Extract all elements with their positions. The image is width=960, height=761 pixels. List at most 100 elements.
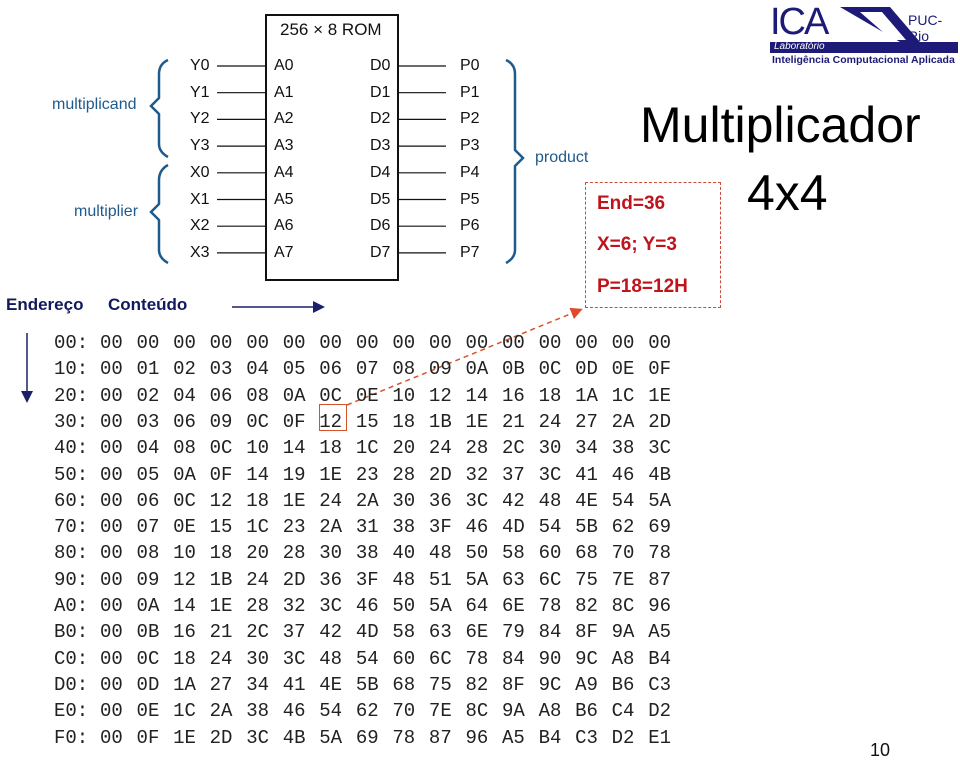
table-cell: 06: [136, 489, 160, 512]
table-cell: 7E: [428, 700, 452, 723]
table-cell: 04: [173, 384, 196, 407]
table-cell: 21: [209, 621, 233, 644]
table-row: F0: 00 0F 1E 2D 3C 4B 5A 69 78 87 96 A5 B4 C3 D2 E1: [54, 725, 685, 751]
table-cell: 42: [502, 489, 525, 512]
table-cell: 63: [502, 568, 525, 591]
table-cell: 3C: [246, 726, 269, 749]
output-pin-label: P0: [460, 57, 480, 74]
table-cell: 18: [319, 437, 343, 460]
table-cell: 51: [428, 568, 452, 591]
table-cell: 60: [538, 542, 562, 565]
row-address: F0:: [54, 726, 89, 749]
table-cell: 87: [428, 726, 452, 749]
table-cell: 30: [392, 489, 416, 512]
row-address: 20:: [54, 384, 89, 407]
table-cell: 30: [319, 542, 343, 565]
address-pin-label: A5: [274, 190, 294, 208]
input-pin-label: Y0: [190, 57, 210, 74]
table-cell: 09: [209, 410, 233, 433]
table-cell: 68: [392, 673, 416, 696]
table-cell: 24: [428, 437, 452, 460]
logo-institution: PUC-Rio: [908, 12, 943, 44]
table-cell: 00: [209, 332, 233, 354]
table-cell: 90: [538, 647, 562, 670]
table-cell: 12: [428, 384, 452, 407]
table-cell: 4B: [648, 463, 672, 486]
row-address: 60:: [54, 489, 89, 512]
table-cell: A5: [648, 621, 672, 644]
table-cell: 03: [136, 410, 160, 433]
table-cell: 6E: [465, 621, 489, 644]
table-cell: 08: [173, 437, 196, 460]
table-cell: C3: [575, 726, 598, 749]
table-cell: 84: [538, 621, 562, 644]
table-cell: 31: [355, 516, 379, 539]
table-row: 80: 00 08 10 18 20 28 30 38 40 48 50 58 60 68 70 78: [54, 540, 685, 566]
table-cell: 9C: [538, 673, 562, 696]
table-cell: 48: [319, 647, 343, 670]
table-cell: 00: [282, 332, 306, 354]
table-cell: 00: [136, 332, 160, 354]
data-pin-label: D3: [370, 137, 391, 155]
table-cell: 19: [282, 463, 306, 486]
output-pin-label: P4: [460, 163, 480, 181]
table-cell: 0E: [173, 516, 196, 539]
table-cell: 08: [136, 542, 160, 565]
table-cell: 4D: [355, 621, 379, 644]
table-cell: 00: [355, 332, 379, 354]
data-pin-label: D0: [370, 57, 391, 74]
table-cell: 0F: [648, 358, 672, 381]
table-cell: 0F: [136, 726, 160, 749]
address-pin-label: A4: [274, 163, 294, 181]
table-cell: 28: [282, 542, 306, 565]
output-pin-label: P3: [460, 137, 480, 155]
page-number: 10: [870, 740, 891, 760]
row-address: 80:: [54, 542, 89, 565]
table-cell: 38: [246, 700, 269, 723]
table-cell: 8F: [502, 673, 525, 696]
data-pin-label: D2: [370, 110, 391, 128]
row-address: 30:: [54, 410, 89, 433]
table-cell: 38: [611, 437, 635, 460]
row-address: 00:: [54, 332, 89, 354]
table-cell: 00: [100, 358, 123, 381]
table-cell: 0C: [538, 358, 562, 381]
content-axis-label: Conteúdo: [108, 295, 188, 314]
table-cell: 00: [173, 332, 196, 354]
input-pin-label: X2: [190, 217, 210, 235]
table-row: 00: 00 00 00 00 00 00 00 00 00 00 00 00 00 00 00 00: [54, 330, 685, 356]
table-row: 20: 00 02 04 06 08 0A 0C 0E 10 12 14 16 18 1A 1C 1E: [54, 383, 685, 409]
table-cell: 23: [355, 463, 379, 486]
product-label: product: [535, 149, 589, 166]
row-address: A0:: [54, 595, 89, 617]
output-pin-label: P6: [460, 217, 480, 235]
table-cell: 1A: [173, 673, 196, 696]
multiplicand-brace-icon: [149, 58, 169, 159]
table-cell: 00: [100, 595, 123, 617]
table-cell: 06: [209, 384, 233, 407]
table-cell: 18: [538, 384, 562, 407]
table-cell: 84: [502, 647, 525, 670]
table-cell: 70: [392, 700, 416, 723]
product-brace-icon: [505, 58, 525, 265]
table-cell: 3F: [428, 516, 452, 539]
table-cell: 00: [100, 568, 123, 591]
table-cell: 9C: [575, 647, 598, 670]
table-cell: 54: [319, 700, 343, 723]
table-cell: 58: [502, 542, 525, 565]
table-row: A0: 00 0A 14 1E 28 32 3C 46 50 5A 64 6E 78 82 8C 96: [54, 593, 685, 619]
table-cell: 0F: [209, 463, 233, 486]
table-cell: 34: [575, 437, 598, 460]
table-cell: 12: [209, 489, 233, 512]
multiplicand-label: multiplicand: [52, 96, 137, 113]
output-pin-label: P5: [460, 190, 480, 208]
table-cell: 5A: [648, 489, 672, 512]
table-cell: 46: [355, 595, 379, 617]
row-address: D0:: [54, 673, 89, 696]
input-pin-label: Y3: [190, 137, 210, 155]
logo-lab-label: Laboratório: [774, 41, 825, 52]
table-cell: C3: [648, 673, 672, 696]
table-cell: 00: [392, 332, 416, 354]
table-cell: 38: [392, 516, 416, 539]
table-cell: 87: [648, 568, 672, 591]
